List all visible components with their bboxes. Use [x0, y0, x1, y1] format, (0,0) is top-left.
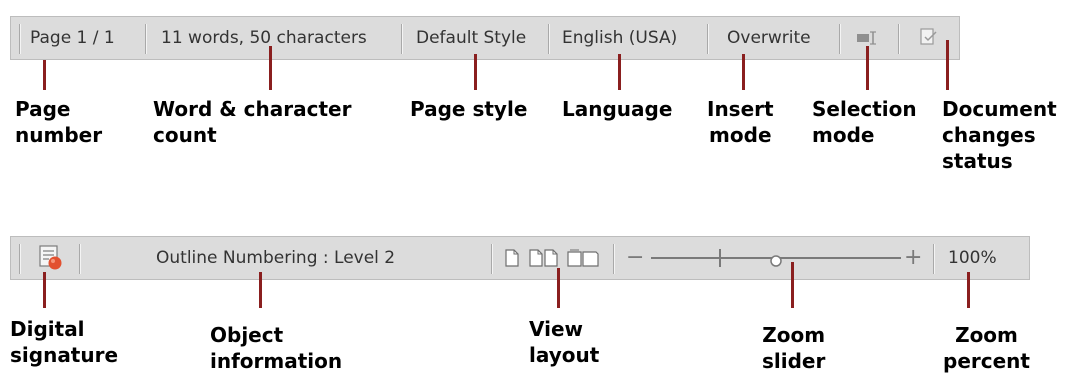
separator: [548, 24, 550, 54]
callout-word-count: Word & character count: [153, 97, 352, 147]
status-bar-top: Page 1 / 1 11 words, 50 characters Defau…: [10, 16, 960, 60]
page-style-field[interactable]: Default Style: [416, 17, 526, 59]
pointer-selection-mode: [866, 46, 869, 90]
callout-view-layout: View layout: [529, 317, 600, 367]
object-info-field[interactable]: Outline Numbering : Level 2: [156, 237, 395, 279]
pointer-changes-status: [946, 40, 949, 90]
callout-insert-mode: Insert mode: [707, 97, 774, 147]
status-bar-bottom: Outline Numbering : Level 2 − + 100%: [10, 236, 1030, 280]
separator: [491, 244, 493, 274]
pointer-page-number: [43, 60, 46, 90]
zoom-out-button[interactable]: −: [626, 237, 644, 279]
separator: [898, 24, 900, 54]
pointer-zoom-slider: [791, 262, 794, 308]
pointer-object-info: [259, 272, 262, 308]
separator: [707, 24, 709, 54]
callout-changes-status: Document changes status: [942, 97, 1057, 173]
callout-digital-signature: Digital signature: [10, 317, 119, 367]
separator: [401, 24, 403, 54]
separator: [839, 24, 841, 54]
pointer-language: [618, 54, 621, 90]
word-count-field[interactable]: 11 words, 50 characters: [161, 17, 367, 59]
separator: [19, 24, 21, 54]
callout-zoom-slider: Zoom slider: [762, 323, 826, 373]
language-field[interactable]: English (USA): [562, 17, 677, 59]
callout-language: Language: [562, 97, 673, 121]
separator: [19, 244, 21, 274]
pointer-digital-signature: [43, 272, 46, 308]
callout-object-info: Object information: [210, 323, 343, 373]
zoom-in-button[interactable]: +: [904, 237, 922, 279]
callout-selection-mode: Selection mode: [812, 97, 917, 147]
pointer-view-layout: [557, 268, 560, 308]
single-page-icon[interactable]: [504, 249, 520, 271]
zoom-percent-field[interactable]: 100%: [948, 237, 997, 279]
two-page-icon[interactable]: [528, 249, 560, 271]
document-changes-icon[interactable]: [919, 27, 939, 51]
book-view-icon[interactable]: [566, 249, 600, 271]
insert-mode-field[interactable]: Overwrite: [727, 17, 811, 59]
page-number-field[interactable]: Page 1 / 1: [30, 17, 115, 59]
zoom-slider-tick: [719, 249, 721, 267]
separator: [145, 24, 147, 54]
callout-page-style: Page style: [410, 97, 528, 121]
pointer-insert-mode: [742, 54, 745, 90]
callout-page-number: Page number: [15, 97, 103, 147]
callout-zoom-percent: Zoom percent: [943, 323, 1030, 373]
zoom-slider-thumb-icon[interactable]: [770, 252, 782, 271]
separator: [933, 244, 935, 274]
pointer-zoom-percent: [967, 272, 970, 308]
separator: [613, 244, 615, 274]
separator: [79, 244, 81, 274]
pointer-word-count: [269, 46, 272, 90]
digital-signature-icon[interactable]: [37, 244, 65, 276]
pointer-page-style: [474, 54, 477, 90]
